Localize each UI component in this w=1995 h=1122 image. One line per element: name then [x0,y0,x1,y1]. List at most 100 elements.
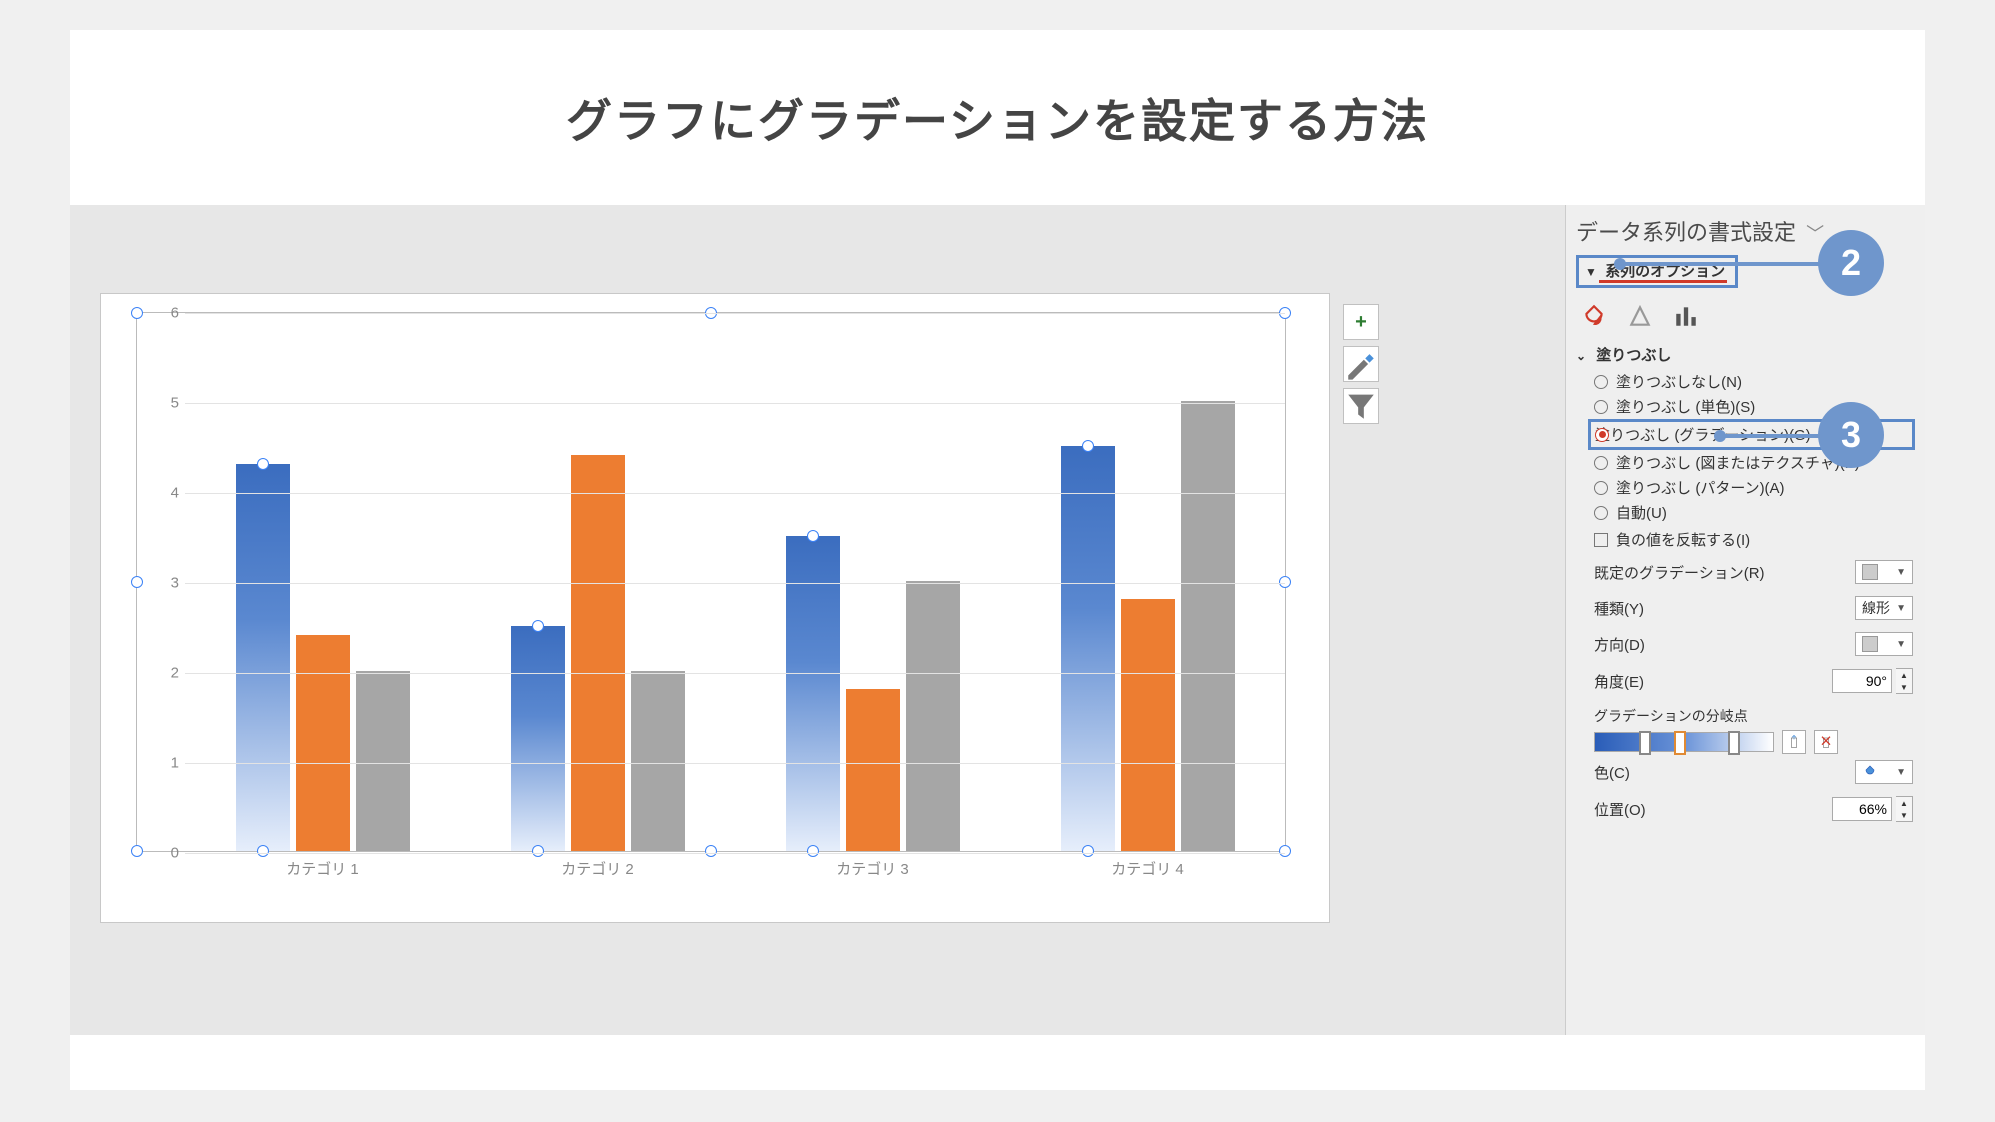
add-stop-button[interactable] [1782,730,1806,754]
grid-line [185,493,1285,494]
gradient-stops-track[interactable] [1594,732,1774,752]
fill-solid-label: 塗りつぶし (単色)(S) [1616,396,1755,417]
bar[interactable] [1181,401,1235,851]
bar[interactable] [1061,446,1115,851]
grid-line [185,673,1285,674]
y-axis: 0123456 [137,313,185,851]
chart-elements-button[interactable]: + [1343,304,1379,340]
remove-stop-button[interactable] [1814,730,1838,754]
page-title: グラフにグラデーションを設定する方法 [70,30,1925,151]
bar-handle[interactable] [1082,845,1094,857]
grid-line [185,853,1285,854]
bar-handle[interactable] [532,845,544,857]
x-tick-label: カテゴリ 4 [1010,858,1285,879]
callout-badge-3: 3 [1818,402,1884,468]
gradient-type-value: 線形 [1862,598,1890,618]
gradient-type-dropdown[interactable]: 線形▼ [1855,596,1913,620]
stop-position-label: 位置(O) [1594,799,1646,820]
stop-position-spinner[interactable]: ▲▼ [1832,796,1913,822]
bar[interactable] [906,581,960,851]
bar[interactable] [511,626,565,851]
effects-tab-icon[interactable] [1626,302,1654,330]
bar-handle[interactable] [807,530,819,542]
spin-down-icon[interactable]: ▼ [1896,681,1912,693]
grid-line [185,763,1285,764]
stop-color-dropdown[interactable]: ▼ [1855,760,1913,784]
app-screenshot: 0 1 2 3 4 5 6 カテゴリ 1カテゴリ 2カテゴリ 3カテゴリ 4 + [70,205,1925,1035]
bar[interactable] [571,455,625,851]
bars-area: カテゴリ 1カテゴリ 2カテゴリ 3カテゴリ 4 [185,313,1285,851]
gradient-angle-spinner[interactable]: ▲▼ [1832,668,1913,694]
fill-line-tab-icon[interactable] [1580,302,1608,330]
bar-handle[interactable] [807,845,819,857]
gradient-angle-input[interactable] [1832,669,1892,693]
chart-filter-button[interactable] [1343,388,1379,424]
x-tick-label: カテゴリ 2 [460,858,735,879]
y-tick-label: 3 [137,575,185,592]
fill-section-label: 塗りつぶし [1596,347,1671,364]
x-tick-label: カテゴリ 1 [185,858,460,879]
bar-handle[interactable] [1082,440,1094,452]
y-tick-label: 6 [137,305,185,322]
grid-line [185,583,1285,584]
fill-pattern-label: 塗りつぶし (パターン)(A) [1616,477,1785,498]
bar-handle[interactable] [257,458,269,470]
bar-group: カテゴリ 4 [1010,313,1285,851]
gradient-type-label: 種類(Y) [1594,598,1644,619]
grid-line [185,403,1285,404]
gradient-stop-handle[interactable] [1728,731,1740,755]
dropdown-triangle-icon: ▼ [1585,265,1597,279]
spin-up-icon[interactable]: ▲ [1896,797,1912,809]
bar-group: カテゴリ 3 [735,313,1010,851]
fill-auto-radio[interactable]: 自動(U) [1594,500,1915,525]
bar-handle[interactable] [532,620,544,632]
x-tick-label: カテゴリ 3 [735,858,1010,879]
plot-area[interactable]: 0123456 カテゴリ 1カテゴリ 2カテゴリ 3カテゴリ 4 [136,312,1286,852]
gradient-stops-label: グラデーションの分岐点 [1576,700,1915,730]
chevron-down-icon[interactable]: ﹀ [1806,224,1824,244]
gradient-direction-dropdown[interactable]: ▼ [1855,632,1913,656]
stop-color-label: 色(C) [1594,762,1630,783]
stop-position-input[interactable] [1832,797,1892,821]
chart-styles-button[interactable] [1343,346,1379,382]
fill-section-header[interactable]: ⌄ 塗りつぶし [1576,340,1915,369]
bar[interactable] [846,689,900,851]
gradient-stop-handle[interactable] [1674,731,1686,755]
bar[interactable] [236,464,290,851]
grid-line [185,313,1285,314]
y-tick-label: 1 [137,755,185,772]
bar-group: カテゴリ 1 [185,313,460,851]
bar-group: カテゴリ 2 [460,313,735,851]
format-data-series-pane: データ系列の書式設定 ﹀ ▼ 系列のオプション [1565,205,1925,1035]
preset-gradient-label: 既定のグラデーション(R) [1594,562,1765,583]
preset-gradient-dropdown[interactable]: ▼ [1855,560,1913,584]
chart-zone: 0 1 2 3 4 5 6 カテゴリ 1カテゴリ 2カテゴリ 3カテゴリ 4 + [70,205,1565,1035]
callout-connector [1620,262,1820,266]
fill-pattern-radio[interactable]: 塗りつぶし (パターン)(A) [1594,475,1915,500]
callout-badge-2: 2 [1818,230,1884,296]
underline-decoration [1599,280,1727,283]
series-options-tab-icon[interactable] [1672,302,1700,330]
invert-negative-checkbox[interactable]: 負の値を反転する(I) [1576,525,1915,554]
fill-none-radio[interactable]: 塗りつぶしなし(N) [1594,369,1915,394]
gradient-stop-handle[interactable] [1639,731,1651,755]
y-tick-label: 2 [137,665,185,682]
series-options-dropdown[interactable]: ▼ 系列のオプション [1576,255,1738,288]
bar[interactable] [356,671,410,851]
bar[interactable] [1121,599,1175,851]
y-tick-label: 4 [137,485,185,502]
gradient-direction-label: 方向(D) [1594,634,1645,655]
bar-handle[interactable] [257,845,269,857]
gradient-angle-label: 角度(E) [1594,671,1644,692]
bar[interactable] [296,635,350,851]
chart-container[interactable]: 0123456 カテゴリ 1カテゴリ 2カテゴリ 3カテゴリ 4 + [100,293,1330,923]
invert-negative-label: 負の値を反転する(I) [1616,529,1750,550]
spin-down-icon[interactable]: ▼ [1896,809,1912,821]
spin-up-icon[interactable]: ▲ [1896,669,1912,681]
pane-title-text: データ系列の書式設定 [1576,220,1796,245]
y-tick-label: 0 [137,845,185,862]
y-tick-label: 5 [137,395,185,412]
caret-down-icon: ⌄ [1576,349,1586,363]
bar[interactable] [631,671,685,851]
fill-auto-label: 自動(U) [1616,502,1667,523]
